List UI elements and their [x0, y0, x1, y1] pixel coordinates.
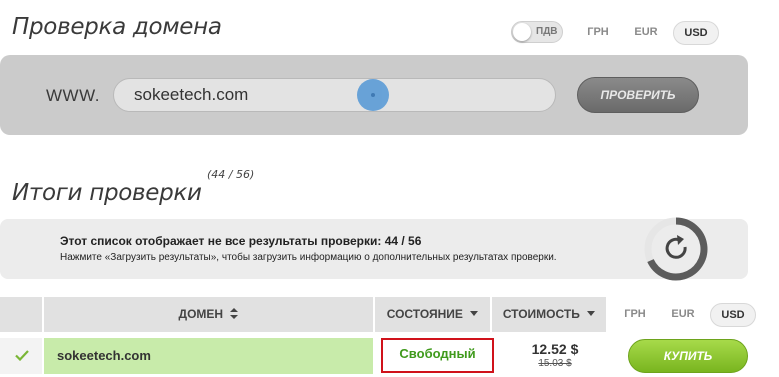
vat-toggle[interactable]: ПДВ: [511, 21, 563, 43]
table-currency-eur[interactable]: EUR: [664, 303, 702, 325]
refresh-icon: [665, 235, 687, 259]
domain-column-header[interactable]: ДОМЕН: [44, 297, 373, 332]
row-status: Свободный: [399, 346, 476, 361]
pointer-indicator: [357, 79, 389, 111]
status-column-header[interactable]: СОСТОЯНИЕ: [375, 297, 490, 332]
table-currency-uah[interactable]: ГРН: [616, 303, 654, 325]
domain-header-label: ДОМЕН: [178, 307, 224, 321]
check-button[interactable]: ПРОВЕРИТЬ: [577, 77, 699, 113]
currency-uah[interactable]: ГРН: [578, 21, 618, 43]
notice-main-text: Этот список отображает не все результаты…: [60, 234, 422, 248]
www-prefix: WWW.: [46, 86, 100, 105]
load-results-spinner[interactable]: [642, 215, 710, 283]
dropdown-arrow-icon: [470, 311, 479, 316]
price-column-header[interactable]: СТОИМОСТЬ: [492, 297, 606, 332]
checkmark-icon: [15, 350, 29, 361]
results-title: Итоги проверки: [12, 180, 202, 206]
sort-icon: [230, 308, 239, 319]
vat-toggle-label: ПДВ: [536, 26, 558, 37]
price-header-label: СТОИМОСТЬ: [502, 307, 580, 321]
table-currency-usd[interactable]: USD: [710, 303, 756, 327]
notice-sub-text: Нажмите «Загрузить результаты», чтобы за…: [60, 252, 557, 263]
table-row[interactable]: sokeetech.com: [44, 338, 373, 374]
results-count: (44 / 56): [207, 168, 255, 181]
row-select-cell[interactable]: [0, 338, 42, 374]
results-notice: [0, 219, 748, 279]
dropdown-arrow-icon: [587, 311, 596, 316]
row-domain: sokeetech.com: [57, 348, 151, 363]
select-column-header: [0, 297, 42, 332]
status-header-label: СОСТОЯНИЕ: [386, 307, 463, 321]
currency-eur[interactable]: EUR: [626, 21, 666, 43]
currency-usd[interactable]: USD: [673, 21, 719, 45]
row-old-price: 15.03 $: [538, 358, 572, 369]
domain-input[interactable]: sokeetech.com: [113, 78, 556, 112]
toggle-knob: [513, 23, 531, 41]
page-title: Проверка домена: [12, 14, 222, 40]
buy-button[interactable]: КУПИТЬ: [628, 339, 748, 373]
row-price: 12.52 $: [531, 341, 579, 357]
